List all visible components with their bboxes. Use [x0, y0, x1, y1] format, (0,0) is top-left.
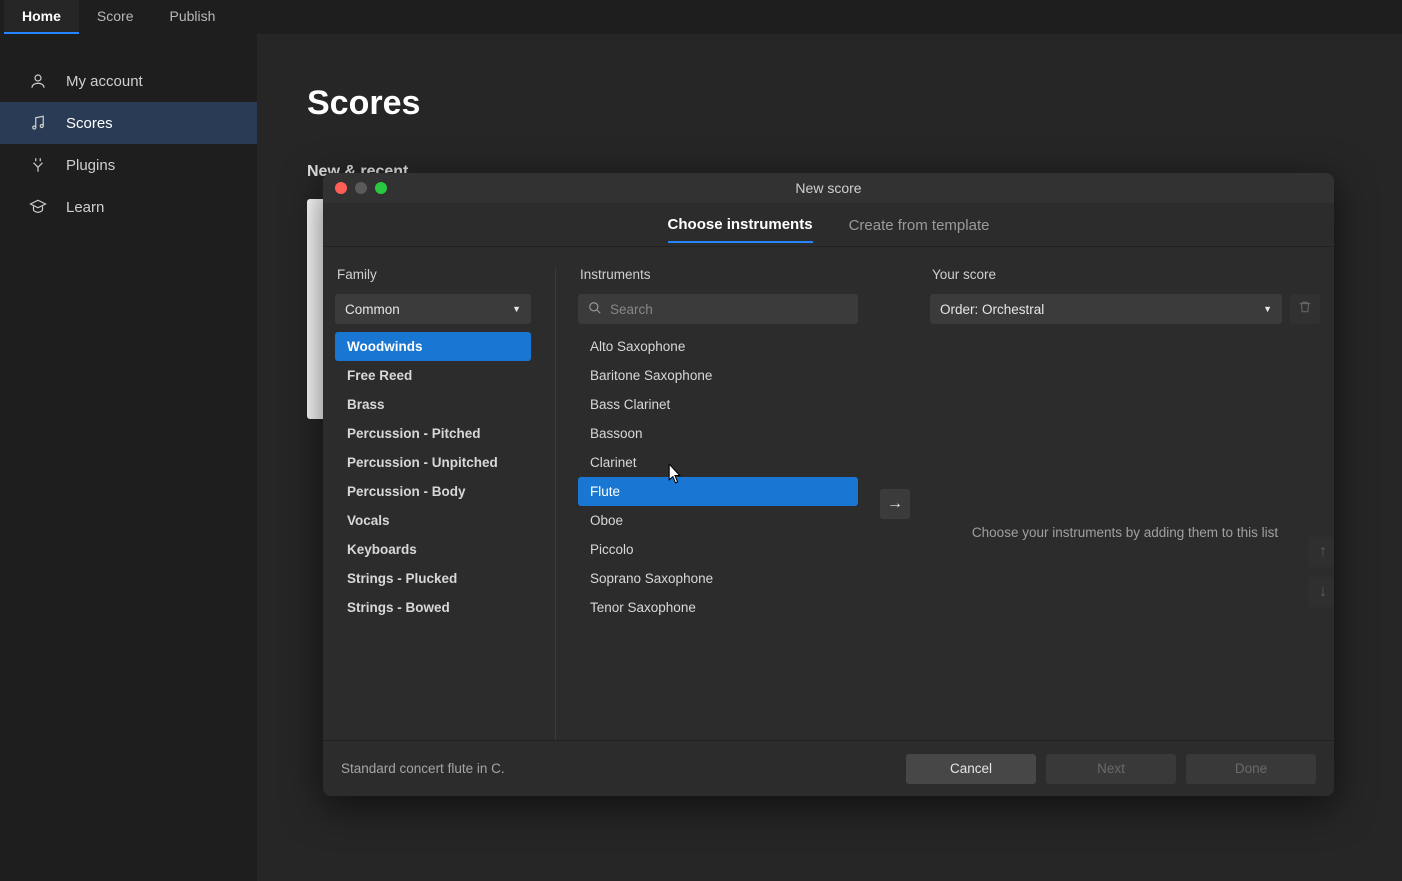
add-instrument-button[interactable]: →: [880, 489, 910, 519]
user-icon: [28, 72, 48, 90]
next-button[interactable]: Next: [1046, 754, 1176, 784]
learn-icon: [28, 198, 48, 216]
sidebar: My account Scores Plugins Learn: [0, 34, 257, 881]
family-list: Woodwinds Free Reed Brass Percussion - P…: [335, 332, 531, 622]
top-tab-score[interactable]: Score: [79, 0, 152, 34]
instrument-item[interactable]: Baritone Saxophone: [578, 361, 858, 390]
instrument-item[interactable]: Piccolo: [578, 535, 858, 564]
sidebar-item-label: Plugins: [66, 157, 115, 174]
music-icon: [28, 114, 48, 132]
tab-create-from-template[interactable]: Create from template: [849, 207, 990, 242]
instruments-column: Instruments Alto Saxophone Baritone Saxo…: [568, 267, 868, 740]
family-item-keyboards[interactable]: Keyboards: [335, 535, 531, 564]
delete-instrument-button[interactable]: [1290, 294, 1320, 324]
family-item-perc-pitched[interactable]: Percussion - Pitched: [335, 419, 531, 448]
dialog-tabs: Choose instruments Create from template: [323, 203, 1334, 247]
top-tab-bar: Home Score Publish: [0, 0, 1402, 34]
top-tab-home[interactable]: Home: [4, 0, 79, 34]
window-controls: [335, 182, 387, 194]
instrument-search-input[interactable]: [610, 302, 848, 317]
sidebar-item-label: My account: [66, 73, 143, 90]
cancel-button[interactable]: Cancel: [906, 754, 1036, 784]
instrument-search[interactable]: [578, 294, 858, 324]
arrow-right-icon: →: [887, 495, 903, 513]
move-down-button[interactable]: ↓: [1308, 577, 1334, 607]
dialog-footer: Standard concert flute in C. Cancel Next…: [323, 740, 1334, 796]
top-tab-label: Score: [97, 8, 134, 24]
sidebar-item-scores[interactable]: Scores: [0, 102, 257, 144]
sidebar-item-account[interactable]: My account: [0, 60, 257, 102]
page-title: Scores: [307, 84, 1352, 123]
arrow-down-icon: ↓: [1319, 583, 1327, 601]
family-item-vocals[interactable]: Vocals: [335, 506, 531, 535]
plug-icon: [28, 156, 48, 174]
select-value: Order: Orchestral: [940, 302, 1044, 317]
dialog-title: New score: [323, 180, 1334, 196]
family-item-brass[interactable]: Brass: [335, 390, 531, 419]
family-item-strings-plucked[interactable]: Strings - Plucked: [335, 564, 531, 593]
family-column: Family Common ▼ Woodwinds Free Reed Bras…: [323, 267, 543, 740]
your-score-label: Your score: [930, 267, 1320, 282]
select-value: Common: [345, 302, 400, 317]
chevron-down-icon: ▼: [512, 304, 521, 314]
minimize-window-button[interactable]: [355, 182, 367, 194]
family-item-perc-unpitched[interactable]: Percussion - Unpitched: [335, 448, 531, 477]
family-item-freereed[interactable]: Free Reed: [335, 361, 531, 390]
reorder-arrows: ↑ ↓: [1308, 537, 1334, 607]
sidebar-item-label: Learn: [66, 199, 104, 216]
order-select[interactable]: Order: Orchestral ▼: [930, 294, 1282, 324]
search-icon: [588, 301, 602, 318]
your-score-column: Your score Order: Orchestral ▼ Choose yo…: [922, 267, 1334, 740]
instrument-item[interactable]: Alto Saxophone: [578, 332, 858, 361]
tab-label: Choose instruments: [668, 216, 813, 233]
column-divider: [555, 267, 556, 740]
top-tab-label: Home: [22, 8, 61, 24]
family-item-strings-bowed[interactable]: Strings - Bowed: [335, 593, 531, 622]
sidebar-item-plugins[interactable]: Plugins: [0, 144, 257, 186]
instrument-item[interactable]: Bass Clarinet: [578, 390, 858, 419]
maximize-window-button[interactable]: [375, 182, 387, 194]
family-item-woodwinds[interactable]: Woodwinds: [335, 332, 531, 361]
instrument-item[interactable]: Tenor Saxophone: [578, 593, 858, 622]
dialog-titlebar[interactable]: New score: [323, 173, 1334, 203]
instrument-description: Standard concert flute in C.: [341, 761, 896, 776]
family-label: Family: [335, 267, 531, 282]
family-genre-select[interactable]: Common ▼: [335, 294, 531, 324]
trash-icon: [1298, 300, 1312, 319]
arrow-up-icon: ↑: [1319, 543, 1327, 561]
instrument-item[interactable]: Bassoon: [578, 419, 858, 448]
new-score-dialog: New score Choose instruments Create from…: [323, 173, 1334, 796]
add-instrument-column: →: [868, 267, 922, 740]
instruments-label: Instruments: [578, 267, 858, 282]
instrument-item[interactable]: Oboe: [578, 506, 858, 535]
done-button[interactable]: Done: [1186, 754, 1316, 784]
instrument-item-flute[interactable]: Flute: [578, 477, 858, 506]
tab-choose-instruments[interactable]: Choose instruments: [668, 206, 813, 243]
your-score-empty-message: Choose your instruments by adding them t…: [930, 324, 1320, 740]
sidebar-item-learn[interactable]: Learn: [0, 186, 257, 228]
close-window-button[interactable]: [335, 182, 347, 194]
family-item-perc-body[interactable]: Percussion - Body: [335, 477, 531, 506]
instrument-item[interactable]: Soprano Saxophone: [578, 564, 858, 593]
sidebar-item-label: Scores: [66, 115, 113, 132]
top-tab-publish[interactable]: Publish: [151, 0, 233, 34]
instrument-list: Alto Saxophone Baritone Saxophone Bass C…: [578, 332, 858, 622]
tab-label: Create from template: [849, 217, 990, 234]
chevron-down-icon: ▼: [1263, 304, 1272, 314]
top-tab-label: Publish: [169, 8, 215, 24]
move-up-button[interactable]: ↑: [1308, 537, 1334, 567]
instrument-item[interactable]: Clarinet: [578, 448, 858, 477]
